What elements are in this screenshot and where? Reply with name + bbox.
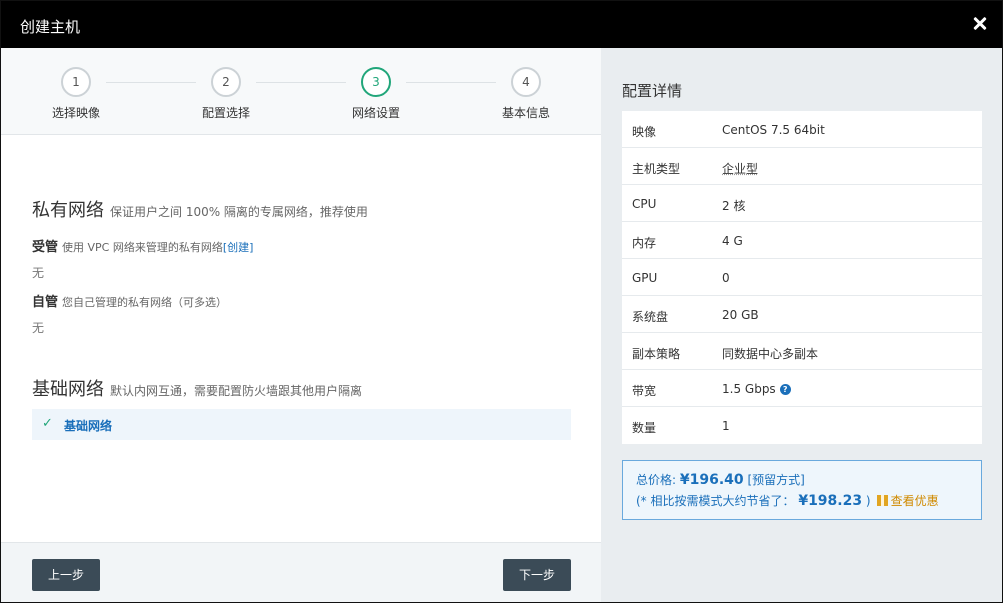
self-net-title: 自管 [32,295,59,310]
managed-net-desc: 使用 VPC 网络来管理的私有网络 [62,241,223,254]
savings-amount: ¥198.23 [798,493,863,509]
spec-value: 1.5 Gbps [722,382,776,396]
total-price-label: 总价格: [636,473,677,487]
prev-step-button[interactable]: 上一步 [32,559,101,591]
spec-row-memory: 内存 4 G [622,222,982,259]
step-number: 3 [361,67,391,97]
spec-value: 4 G [722,234,743,248]
close-icon[interactable] [968,11,992,35]
spec-key: 内存 [632,236,657,250]
spec-row-image: 映像 CentOS 7.5 64bit [622,111,982,148]
step-number: 1 [61,67,91,97]
spec-row-host-type: 主机类型 企业型 [622,148,982,185]
spec-key: 数量 [632,421,657,435]
spec-row-system-disk: 系统盘 20 GB [622,296,982,333]
checkmark-icon: ✓ [42,416,53,431]
self-net-value: 无 [32,321,45,335]
basic-net-desc: 默认内网互通，需要配置防火墙跟其他用户隔离 [110,384,363,398]
step-label: 基本信息 [501,106,550,120]
step-label: 配置选择 [201,106,250,120]
step-label: 网络设置 [351,106,400,120]
help-icon[interactable]: ? [779,384,791,395]
step-indicator: 1 选择映像 2 配置选择 3 网络设置 4 基本信息 [1,48,601,135]
price-summary: 总价格: ¥196.40 [预留方式] (* 相比按需模式大约节省了： ¥198… [622,460,982,520]
managed-net-row: 受管 使用 VPC 网络来管理的私有网络[创建] [32,236,253,255]
step-2[interactable]: 2 配置选择 [166,67,286,121]
gift-icon [876,495,888,506]
config-summary-panel: 配置详情 映像 CentOS 7.5 64bit 主机类型 企业型 CPU 2 核 内… [601,48,1002,602]
config-spec-table: 映像 CentOS 7.5 64bit 主机类型 企业型 CPU 2 核 内存 4 G … [622,111,982,444]
private-net-desc: 保证用户之间 100% 隔离的专属网络，推荐使用 [110,205,368,219]
total-price-amount: ¥196.40 [679,472,744,488]
basic-net-title: 基础网络 [32,379,104,400]
spec-key: 系统盘 [632,310,669,324]
billing-mode: [预留方式] [747,473,805,487]
create-host-dialog: 创建主机 1 选择映像 2 配置选择 3 网络设置 4 基本信息 私有网络 保证… [0,0,1003,603]
wizard-footer: 上一步 下一步 [1,542,601,602]
basic-net-heading: 基础网络 默认内网互通，需要配置防火墙跟其他用户隔离 [32,375,362,401]
self-net-row: 自管 您自己管理的私有网络（可多选） [32,291,227,310]
spec-row-gpu: GPU 0 [622,259,982,296]
spec-row-quantity: 数量 1 [622,407,982,444]
dialog-title: 创建主机 [20,18,81,36]
view-deals-link[interactable]: 查看优惠 [891,494,939,508]
savings-prefix: (* 相比按需模式大约节省了： [636,494,795,508]
spec-value: 1 [722,419,730,433]
spec-value: 同数据中心多副本 [722,347,819,361]
spec-key: 副本策略 [632,347,681,361]
step-3[interactable]: 3 网络设置 [316,67,436,121]
spec-row-replica: 副本策略 同数据中心多副本 [622,333,982,370]
total-price-line: 总价格: ¥196.40 [预留方式] [636,471,805,488]
savings-suffix: ) [865,494,871,508]
step-label: 选择映像 [51,106,100,120]
basic-net-option[interactable]: ✓ 基础网络 [32,409,571,440]
spec-key: 带宽 [632,384,657,398]
step-number: 2 [211,67,241,97]
spec-key: CPU [632,197,657,211]
managed-net-title: 受管 [32,240,59,255]
managed-net-value: 无 [32,266,45,280]
spec-value: 20 GB [722,308,759,322]
spec-key: 主机类型 [632,162,681,176]
self-net-desc: 您自己管理的私有网络（可多选） [62,296,228,309]
step-1[interactable]: 1 选择映像 [16,67,136,121]
spec-value-bandwidth: 1.5 Gbps? [722,382,791,396]
dialog-titlebar: 创建主机 [1,1,1002,48]
wizard-panel: 1 选择映像 2 配置选择 3 网络设置 4 基本信息 私有网络 保证用户之间 1… [1,48,601,602]
private-net-title: 私有网络 [32,200,104,221]
step-4[interactable]: 4 基本信息 [466,67,586,121]
spec-row-bandwidth: 带宽 1.5 Gbps? [622,370,982,407]
private-net-heading: 私有网络 保证用户之间 100% 隔离的专属网络，推荐使用 [32,196,368,222]
basic-net-option-label: 基础网络 [64,419,113,433]
next-step-button[interactable]: 下一步 [503,559,572,591]
spec-key: GPU [632,271,658,285]
step-number: 4 [511,67,541,97]
spec-row-cpu: CPU 2 核 [622,185,982,222]
spec-value: 0 [722,271,730,285]
config-heading: 配置详情 [622,82,683,100]
spec-value: 企业型 [722,162,759,176]
savings-line: (* 相比按需模式大约节省了： ¥198.23 ) 查看优惠 [636,492,939,509]
spec-value: 2 核 [722,199,746,213]
spec-key: 映像 [632,125,657,139]
create-vpc-link[interactable]: [创建] [223,241,254,254]
spec-value: CentOS 7.5 64bit [722,123,825,137]
